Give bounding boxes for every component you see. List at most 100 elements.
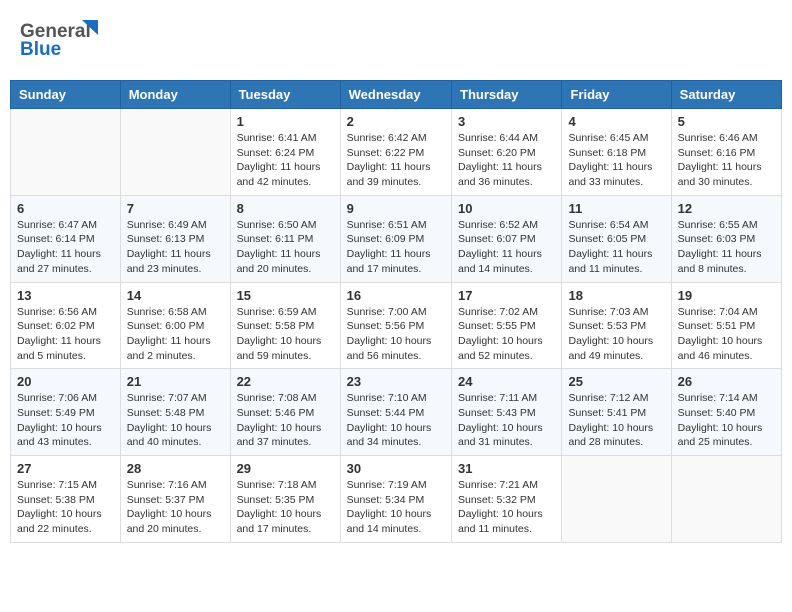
calendar-cell bbox=[120, 109, 230, 196]
day-info: Sunrise: 7:00 AM Sunset: 5:56 PM Dayligh… bbox=[347, 305, 445, 364]
day-info: Sunrise: 6:50 AM Sunset: 6:11 PM Dayligh… bbox=[237, 218, 334, 277]
day-number: 30 bbox=[347, 461, 445, 476]
day-number: 1 bbox=[237, 114, 334, 129]
day-number: 7 bbox=[127, 201, 224, 216]
calendar-cell: 19 Sunrise: 7:04 AM Sunset: 5:51 PM Dayli… bbox=[671, 282, 781, 369]
day-info: Sunrise: 6:58 AM Sunset: 6:00 PM Dayligh… bbox=[127, 305, 224, 364]
day-info: Sunrise: 6:55 AM Sunset: 6:03 PM Dayligh… bbox=[678, 218, 775, 277]
calendar-cell: 29 Sunrise: 7:18 AM Sunset: 5:35 PM Dayli… bbox=[230, 456, 340, 543]
calendar-cell: 10Sunrise: 6:52 AM Sunset: 6:07 PM Dayli… bbox=[452, 195, 562, 282]
day-info: Sunrise: 6:46 AM Sunset: 6:16 PM Dayligh… bbox=[678, 131, 775, 190]
logo: General Blue bbox=[20, 15, 110, 65]
day-number: 11 bbox=[568, 201, 664, 216]
day-number: 26 bbox=[678, 374, 775, 389]
day-number: 2 bbox=[347, 114, 445, 129]
day-info: Sunrise: 6:44 AM Sunset: 6:20 PM Dayligh… bbox=[458, 131, 555, 190]
day-number: 18 bbox=[568, 288, 664, 303]
day-number: 12 bbox=[678, 201, 775, 216]
calendar-cell bbox=[671, 456, 781, 543]
day-info: Sunrise: 6:56 AM Sunset: 6:02 PM Dayligh… bbox=[17, 305, 114, 364]
calendar-cell: 20Sunrise: 7:06 AM Sunset: 5:49 PM Dayli… bbox=[11, 369, 121, 456]
calendar-cell: 13 Sunrise: 6:56 AM Sunset: 6:02 PM Dayli… bbox=[11, 282, 121, 369]
day-of-week-header: Friday bbox=[562, 81, 671, 109]
calendar-cell: 2 Sunrise: 6:42 AM Sunset: 6:22 PM Daylig… bbox=[340, 109, 451, 196]
day-number: 6 bbox=[17, 201, 114, 216]
day-number: 14 bbox=[127, 288, 224, 303]
day-info: Sunrise: 7:15 AM Sunset: 5:38 PM Dayligh… bbox=[17, 478, 114, 537]
calendar-week-row: 1 Sunrise: 6:41 AM Sunset: 6:24 PM Daylig… bbox=[11, 109, 782, 196]
day-info: Sunrise: 7:03 AM Sunset: 5:53 PM Dayligh… bbox=[568, 305, 664, 364]
calendar-cell: 9 Sunrise: 6:51 AM Sunset: 6:09 PM Daylig… bbox=[340, 195, 451, 282]
day-info: Sunrise: 7:14 AM Sunset: 5:40 PM Dayligh… bbox=[678, 391, 775, 450]
day-of-week-header: Tuesday bbox=[230, 81, 340, 109]
calendar-cell: 30 Sunrise: 7:19 AM Sunset: 5:34 PM Dayli… bbox=[340, 456, 451, 543]
calendar-cell: 31Sunrise: 7:21 AM Sunset: 5:32 PM Dayli… bbox=[452, 456, 562, 543]
day-number: 27 bbox=[17, 461, 114, 476]
calendar-cell bbox=[11, 109, 121, 196]
day-number: 21 bbox=[127, 374, 224, 389]
calendar-cell: 12 Sunrise: 6:55 AM Sunset: 6:03 PM Dayli… bbox=[671, 195, 781, 282]
day-number: 25 bbox=[568, 374, 664, 389]
calendar-week-row: 6 Sunrise: 6:47 AM Sunset: 6:14 PM Daylig… bbox=[11, 195, 782, 282]
calendar-cell: 24 Sunrise: 7:11 AM Sunset: 5:43 PM Dayli… bbox=[452, 369, 562, 456]
calendar-cell: 17 Sunrise: 7:02 AM Sunset: 5:55 PM Dayli… bbox=[452, 282, 562, 369]
calendar-cell: 8 Sunrise: 6:50 AM Sunset: 6:11 PM Daylig… bbox=[230, 195, 340, 282]
calendar-cell: 18 Sunrise: 7:03 AM Sunset: 5:53 PM Dayli… bbox=[562, 282, 671, 369]
day-number: 28 bbox=[127, 461, 224, 476]
day-info: Sunrise: 6:42 AM Sunset: 6:22 PM Dayligh… bbox=[347, 131, 445, 190]
day-info: Sunrise: 6:45 AM Sunset: 6:18 PM Dayligh… bbox=[568, 131, 664, 190]
day-number: 17 bbox=[458, 288, 555, 303]
day-number: 19 bbox=[678, 288, 775, 303]
day-of-week-header: Monday bbox=[120, 81, 230, 109]
calendar-week-row: 27 Sunrise: 7:15 AM Sunset: 5:38 PM Dayli… bbox=[11, 456, 782, 543]
calendar-cell: 16 Sunrise: 7:00 AM Sunset: 5:56 PM Dayli… bbox=[340, 282, 451, 369]
calendar-table: SundayMondayTuesdayWednesdayThursdayFrid… bbox=[10, 80, 782, 543]
calendar-cell: 22Sunrise: 7:08 AM Sunset: 5:46 PM Dayli… bbox=[230, 369, 340, 456]
day-info: Sunrise: 7:16 AM Sunset: 5:37 PM Dayligh… bbox=[127, 478, 224, 537]
day-number: 10 bbox=[458, 201, 555, 216]
day-info: Sunrise: 7:12 AM Sunset: 5:41 PM Dayligh… bbox=[568, 391, 664, 450]
calendar-cell: 7 Sunrise: 6:49 AM Sunset: 6:13 PM Daylig… bbox=[120, 195, 230, 282]
calendar-cell bbox=[562, 456, 671, 543]
day-number: 8 bbox=[237, 201, 334, 216]
day-number: 13 bbox=[17, 288, 114, 303]
calendar-cell: 23Sunrise: 7:10 AM Sunset: 5:44 PM Dayli… bbox=[340, 369, 451, 456]
day-number: 5 bbox=[678, 114, 775, 129]
calendar-cell: 26 Sunrise: 7:14 AM Sunset: 5:40 PM Dayli… bbox=[671, 369, 781, 456]
day-info: Sunrise: 7:04 AM Sunset: 5:51 PM Dayligh… bbox=[678, 305, 775, 364]
calendar-cell: 25 Sunrise: 7:12 AM Sunset: 5:41 PM Dayli… bbox=[562, 369, 671, 456]
day-of-week-header: Sunday bbox=[11, 81, 121, 109]
day-number: 22 bbox=[237, 374, 334, 389]
calendar-cell: 27 Sunrise: 7:15 AM Sunset: 5:38 PM Dayli… bbox=[11, 456, 121, 543]
calendar-cell: 3 Sunrise: 6:44 AM Sunset: 6:20 PM Daylig… bbox=[452, 109, 562, 196]
day-info: Sunrise: 7:02 AM Sunset: 5:55 PM Dayligh… bbox=[458, 305, 555, 364]
day-info: Sunrise: 6:41 AM Sunset: 6:24 PM Dayligh… bbox=[237, 131, 334, 190]
calendar-cell: 1 Sunrise: 6:41 AM Sunset: 6:24 PM Daylig… bbox=[230, 109, 340, 196]
calendar-week-row: 13 Sunrise: 6:56 AM Sunset: 6:02 PM Dayli… bbox=[11, 282, 782, 369]
calendar-header-row: SundayMondayTuesdayWednesdayThursdayFrid… bbox=[11, 81, 782, 109]
page-header: General Blue bbox=[10, 10, 782, 70]
calendar-cell: 4 Sunrise: 6:45 AM Sunset: 6:18 PM Daylig… bbox=[562, 109, 671, 196]
day-number: 3 bbox=[458, 114, 555, 129]
day-info: Sunrise: 7:18 AM Sunset: 5:35 PM Dayligh… bbox=[237, 478, 334, 537]
day-of-week-header: Thursday bbox=[452, 81, 562, 109]
day-number: 15 bbox=[237, 288, 334, 303]
calendar-cell: 14 Sunrise: 6:58 AM Sunset: 6:00 PM Dayli… bbox=[120, 282, 230, 369]
day-number: 4 bbox=[568, 114, 664, 129]
day-number: 23 bbox=[347, 374, 445, 389]
day-info: Sunrise: 7:19 AM Sunset: 5:34 PM Dayligh… bbox=[347, 478, 445, 537]
day-info: Sunrise: 6:51 AM Sunset: 6:09 PM Dayligh… bbox=[347, 218, 445, 277]
calendar-cell: 11 Sunrise: 6:54 AM Sunset: 6:05 PM Dayli… bbox=[562, 195, 671, 282]
day-of-week-header: Saturday bbox=[671, 81, 781, 109]
calendar-week-row: 20Sunrise: 7:06 AM Sunset: 5:49 PM Dayli… bbox=[11, 369, 782, 456]
day-number: 31 bbox=[458, 461, 555, 476]
day-number: 16 bbox=[347, 288, 445, 303]
day-number: 29 bbox=[237, 461, 334, 476]
day-info: Sunrise: 7:11 AM Sunset: 5:43 PM Dayligh… bbox=[458, 391, 555, 450]
day-info: Sunrise: 6:49 AM Sunset: 6:13 PM Dayligh… bbox=[127, 218, 224, 277]
day-number: 24 bbox=[458, 374, 555, 389]
day-info: Sunrise: 6:47 AM Sunset: 6:14 PM Dayligh… bbox=[17, 218, 114, 277]
day-number: 9 bbox=[347, 201, 445, 216]
calendar-cell: 5 Sunrise: 6:46 AM Sunset: 6:16 PM Daylig… bbox=[671, 109, 781, 196]
day-info: Sunrise: 6:54 AM Sunset: 6:05 PM Dayligh… bbox=[568, 218, 664, 277]
